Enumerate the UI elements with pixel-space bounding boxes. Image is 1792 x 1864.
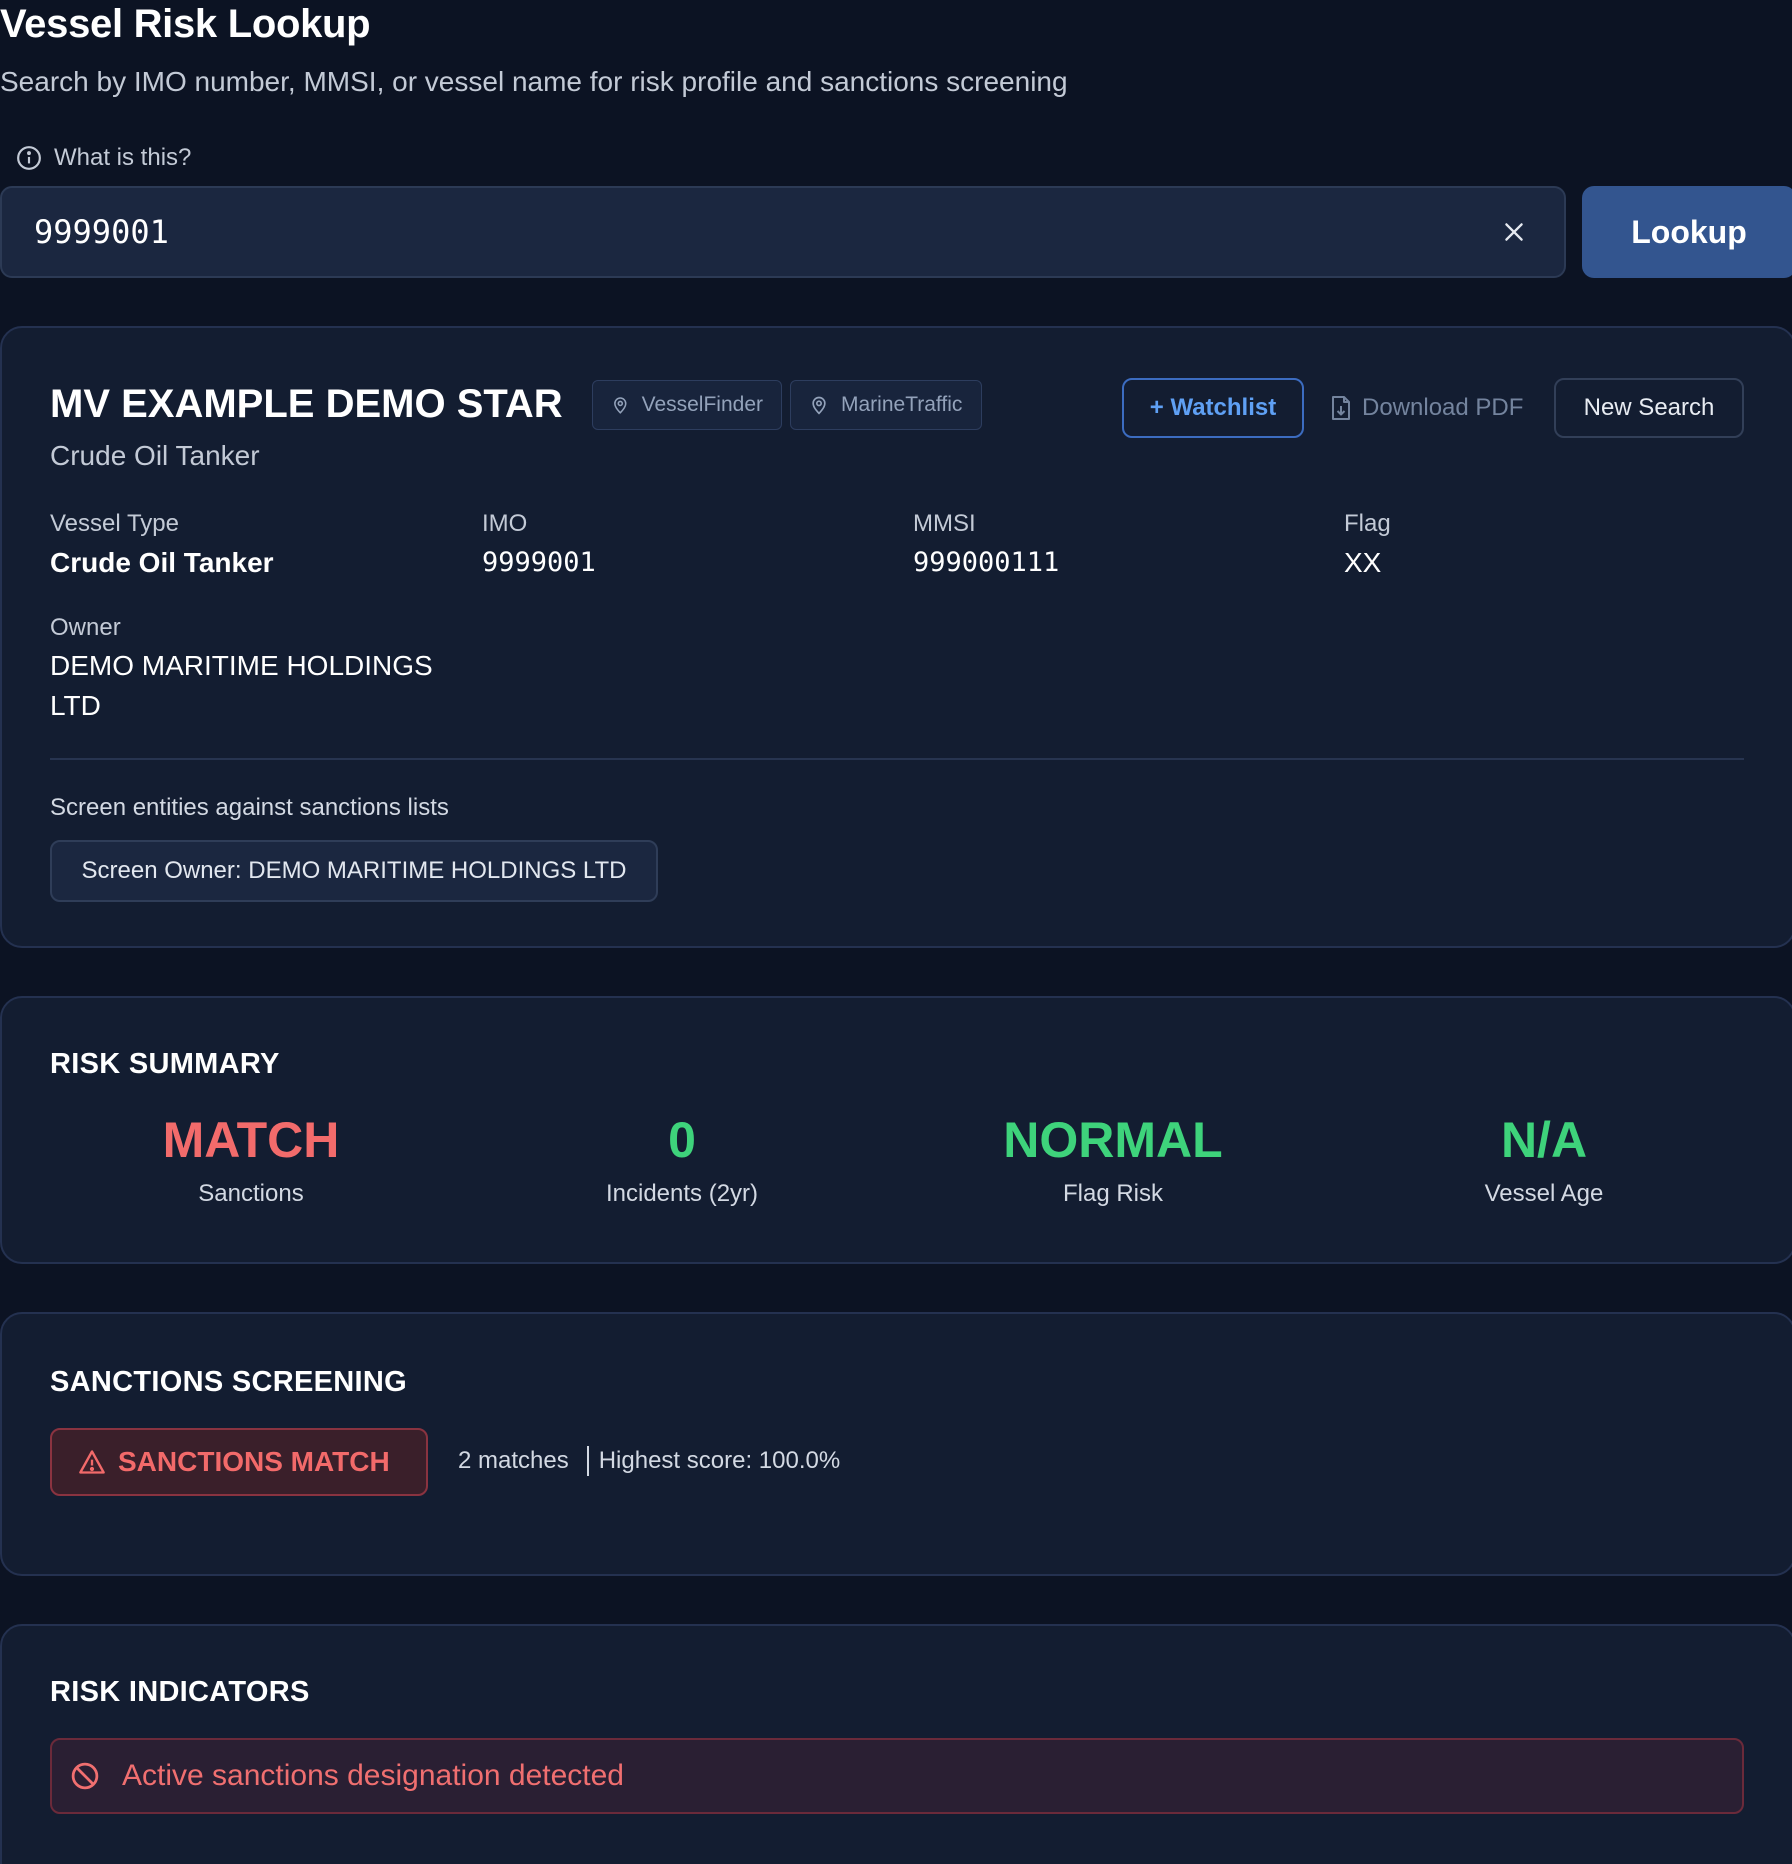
section-title: RISK INDICATORS — [50, 1676, 310, 1708]
field-value: XX — [1344, 547, 1382, 578]
metric-value: N/A — [1500, 1112, 1588, 1168]
metric-label: Sanctions — [198, 1180, 304, 1207]
risk-summary-card: RISK SUMMARY MATCH Sanctions 0 Incidents… — [0, 996, 1792, 1264]
metric-label: Flag Risk — [1062, 1180, 1164, 1207]
lookup-button[interactable]: Lookup — [1582, 186, 1792, 278]
field-mmsi: MMSI 999000111 — [913, 510, 1059, 580]
field-imo: IMO 9999001 — [482, 510, 596, 580]
metric-flag-risk: NORMAL Flag Risk — [898, 1110, 1328, 1208]
vesselfinder-label: VesselFinder — [641, 393, 763, 416]
page-title: Vessel Risk Lookup — [0, 2, 371, 46]
metric-vessel-age: N/A Vessel Age — [1329, 1110, 1759, 1208]
screen-owner-button[interactable]: Screen Owner: DEMO MARITIME HOLDINGS LTD — [50, 840, 658, 902]
metric-value: NORMAL — [1003, 1112, 1223, 1168]
field-label: Flag — [1344, 510, 1391, 537]
field-value: 999000111 — [913, 547, 1060, 578]
vesselfinder-link[interactable]: VesselFinder — [592, 380, 782, 430]
field-value: LTD — [50, 690, 101, 721]
vessel-name: MV EXAMPLE DEMO STAR — [50, 382, 563, 426]
page: Vessel Risk Lookup Search by IMO number,… — [0, 0, 1792, 1864]
highest-score: Highest score: 100.0% — [598, 1447, 841, 1474]
page-subtitle: Search by IMO number, MMSI, or vessel na… — [0, 66, 1068, 97]
sanctions-meta: 2 matches Highest score: 100.0% — [458, 1446, 840, 1476]
download-pdf-button[interactable]: Download PDF — [1330, 378, 1528, 438]
field-vessel-type: Vessel Type Crude Oil Tanker — [50, 510, 274, 580]
metric-value: MATCH — [162, 1112, 340, 1168]
metric-label: Vessel Age — [1484, 1180, 1604, 1207]
risk-indicators-card: RISK INDICATORS Active sanctions designa… — [0, 1624, 1792, 1864]
field-value: 9999001 — [482, 547, 596, 578]
download-pdf-label: Download PDF — [1362, 394, 1524, 421]
sanctions-screening-card: SANCTIONS SCREENING SANCTIONS MATCH 2 ma… — [0, 1312, 1792, 1576]
close-icon — [1505, 223, 1523, 241]
sanctions-match-badge: SANCTIONS MATCH — [50, 1428, 428, 1496]
map-pin-icon — [812, 396, 826, 415]
field-owner: Owner DEMO MARITIME HOLDINGS LTD — [50, 614, 433, 726]
section-title: SANCTIONS SCREENING — [50, 1366, 407, 1398]
ban-icon — [71, 1762, 99, 1790]
separator — [586, 1446, 589, 1476]
search-input[interactable] — [34, 213, 1496, 251]
file-download-icon — [1332, 396, 1350, 420]
marinetraffic-label: MarineTraffic — [841, 393, 963, 416]
sanctions-badge-label: SANCTIONS MATCH — [118, 1446, 390, 1477]
divider — [50, 758, 1744, 760]
field-flag: Flag XX — [1344, 510, 1391, 580]
risk-indicator-text: Active sanctions designation detected — [122, 1759, 624, 1792]
field-label: Vessel Type — [50, 510, 179, 537]
vessel-card: MV EXAMPLE DEMO STAR VesselFinder Marine… — [0, 326, 1792, 948]
field-value: Crude Oil Tanker — [50, 547, 274, 578]
risk-indicator-item: Active sanctions designation detected — [50, 1738, 1744, 1814]
metric-incidents: 0 Incidents (2yr) — [467, 1110, 897, 1208]
vessel-subtitle: Crude Oil Tanker — [50, 440, 260, 471]
help-link[interactable]: What is this? — [16, 144, 191, 172]
search-box — [0, 186, 1566, 278]
warning-triangle-icon — [79, 1450, 105, 1474]
field-label: MMSI — [913, 510, 976, 537]
field-label: Owner — [50, 614, 121, 641]
screening-label: Screen entities against sanctions lists — [50, 794, 449, 821]
metric-sanctions: MATCH Sanctions — [36, 1110, 466, 1208]
field-value: DEMO MARITIME HOLDINGS — [50, 650, 433, 681]
map-pin-icon — [614, 397, 627, 414]
metric-label: Incidents (2yr) — [605, 1180, 759, 1207]
new-search-button[interactable]: New Search — [1554, 378, 1744, 438]
add-watchlist-button[interactable]: + Watchlist — [1122, 378, 1304, 438]
matches-count: 2 matches — [458, 1447, 569, 1474]
section-title: RISK SUMMARY — [50, 1048, 280, 1080]
clear-search-button[interactable] — [1496, 214, 1532, 250]
marinetraffic-link[interactable]: MarineTraffic — [790, 380, 982, 430]
field-label: IMO — [482, 510, 528, 537]
help-label: What is this? — [54, 144, 192, 171]
metric-value: 0 — [668, 1112, 696, 1168]
info-icon — [17, 146, 41, 170]
